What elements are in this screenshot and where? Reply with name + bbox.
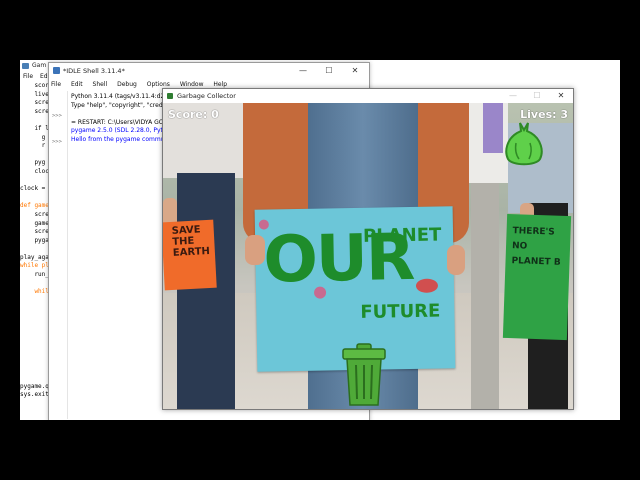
game-window[interactable]: Garbage Collector — ☐ ✕ SAVE THE EARTH T… [162,88,574,410]
shell-menu-file[interactable]: File [51,81,61,88]
shell-menu-options[interactable]: Options [147,81,170,88]
game-maximize-button[interactable]: ☐ [525,89,549,103]
trash-bin-icon[interactable] [341,343,387,407]
shell-menu-edit[interactable]: Edit [71,81,83,88]
garbage-bag-icon [505,122,543,166]
editor-title: Gam [32,62,47,69]
shell-minimize-button[interactable]: — [291,63,315,79]
shell-menu-help[interactable]: Help [213,81,227,88]
protest-sign-right: THERE'S NO PLANET B [502,213,572,341]
shell-maximize-button[interactable]: ☐ [317,63,341,79]
desktop: Gam File Edit scor live scre scre if liv… [20,60,620,420]
shell-close-button[interactable]: ✕ [343,63,367,79]
background-protester-middle [463,103,508,409]
pygame-app-icon [167,93,173,99]
shell-prompt: >>> [52,113,62,119]
idle-app-icon [53,67,60,74]
sign-text-future: FUTURE [360,300,441,323]
main-protester-hand-right [447,245,465,275]
shell-prompt-gutter: >>> >>> [49,91,68,419]
main-protester-hand-left [245,235,265,265]
lives-label: Lives: 3 [520,108,568,121]
game-minimize-button[interactable]: — [501,89,525,103]
game-canvas[interactable]: SAVE THE EARTH THERE'S NO PLANET B OUR P… [163,103,573,409]
score-label: Score: 0 [168,108,219,121]
editor-menu-file[interactable]: File [23,73,33,80]
sign-flower-decoration [313,286,327,299]
game-title: Garbage Collector [177,92,236,100]
protest-sign-left: SAVE THE EARTH [163,219,217,291]
shell-prompt: >>> [52,139,62,145]
game-close-button[interactable]: ✕ [549,89,573,103]
shell-menu-debug[interactable]: Debug [117,81,137,88]
shell-titlebar[interactable]: *IDLE Shell 3.11.4* — ☐ ✕ [49,63,369,79]
shell-menu-window[interactable]: Window [180,81,204,88]
game-titlebar[interactable]: Garbage Collector — ☐ ✕ [163,89,573,103]
sign-text-planet: PLANET [362,224,442,247]
shell-title: *IDLE Shell 3.11.4* [63,67,125,75]
sign-flower-decoration [415,278,439,293]
python-file-icon [22,63,29,69]
shell-menu-shell[interactable]: Shell [93,81,108,88]
